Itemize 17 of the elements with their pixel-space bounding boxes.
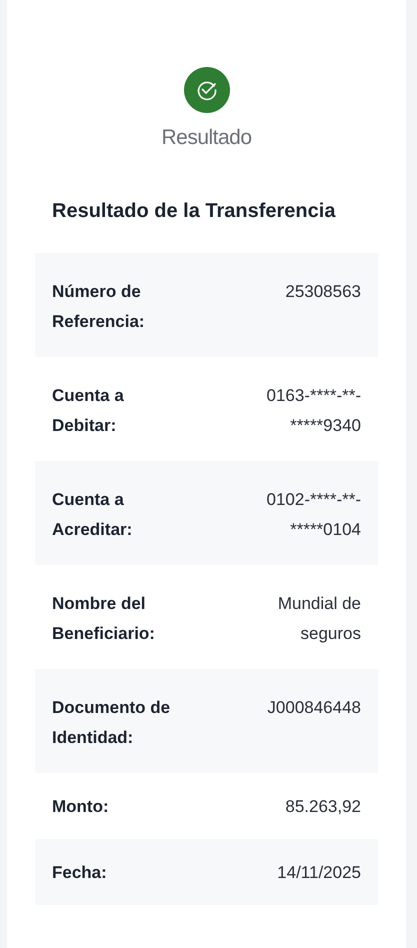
detail-label: Cuenta a Debitar: [52, 385, 125, 437]
check-circle-icon [184, 67, 230, 113]
detail-label: Número de Referencia: [52, 281, 146, 333]
detail-label: Nombre del Beneficiario: [52, 593, 156, 645]
detail-label: Fecha: [52, 862, 107, 884]
detail-value: 25308563 [285, 281, 361, 303]
status-label: Resultado [161, 126, 252, 150]
detail-value: 14/11/2025 [277, 862, 361, 884]
detail-value: Mundial de seguros [276, 593, 361, 645]
detail-value: J000846448 [267, 697, 361, 719]
section-title: Resultado de la Transferencia [51, 200, 337, 223]
detail-value: 85.263,92 [285, 796, 361, 818]
detail-value: 0163-****-**-*****9340 [266, 385, 361, 437]
detail-label: Cuenta a Acreditar: [52, 489, 134, 541]
detail-label: Monto: [52, 796, 109, 818]
detail-value: 0102-****-**-*****0104 [266, 489, 361, 541]
detail-label: Documento de Identidad: [52, 697, 172, 749]
